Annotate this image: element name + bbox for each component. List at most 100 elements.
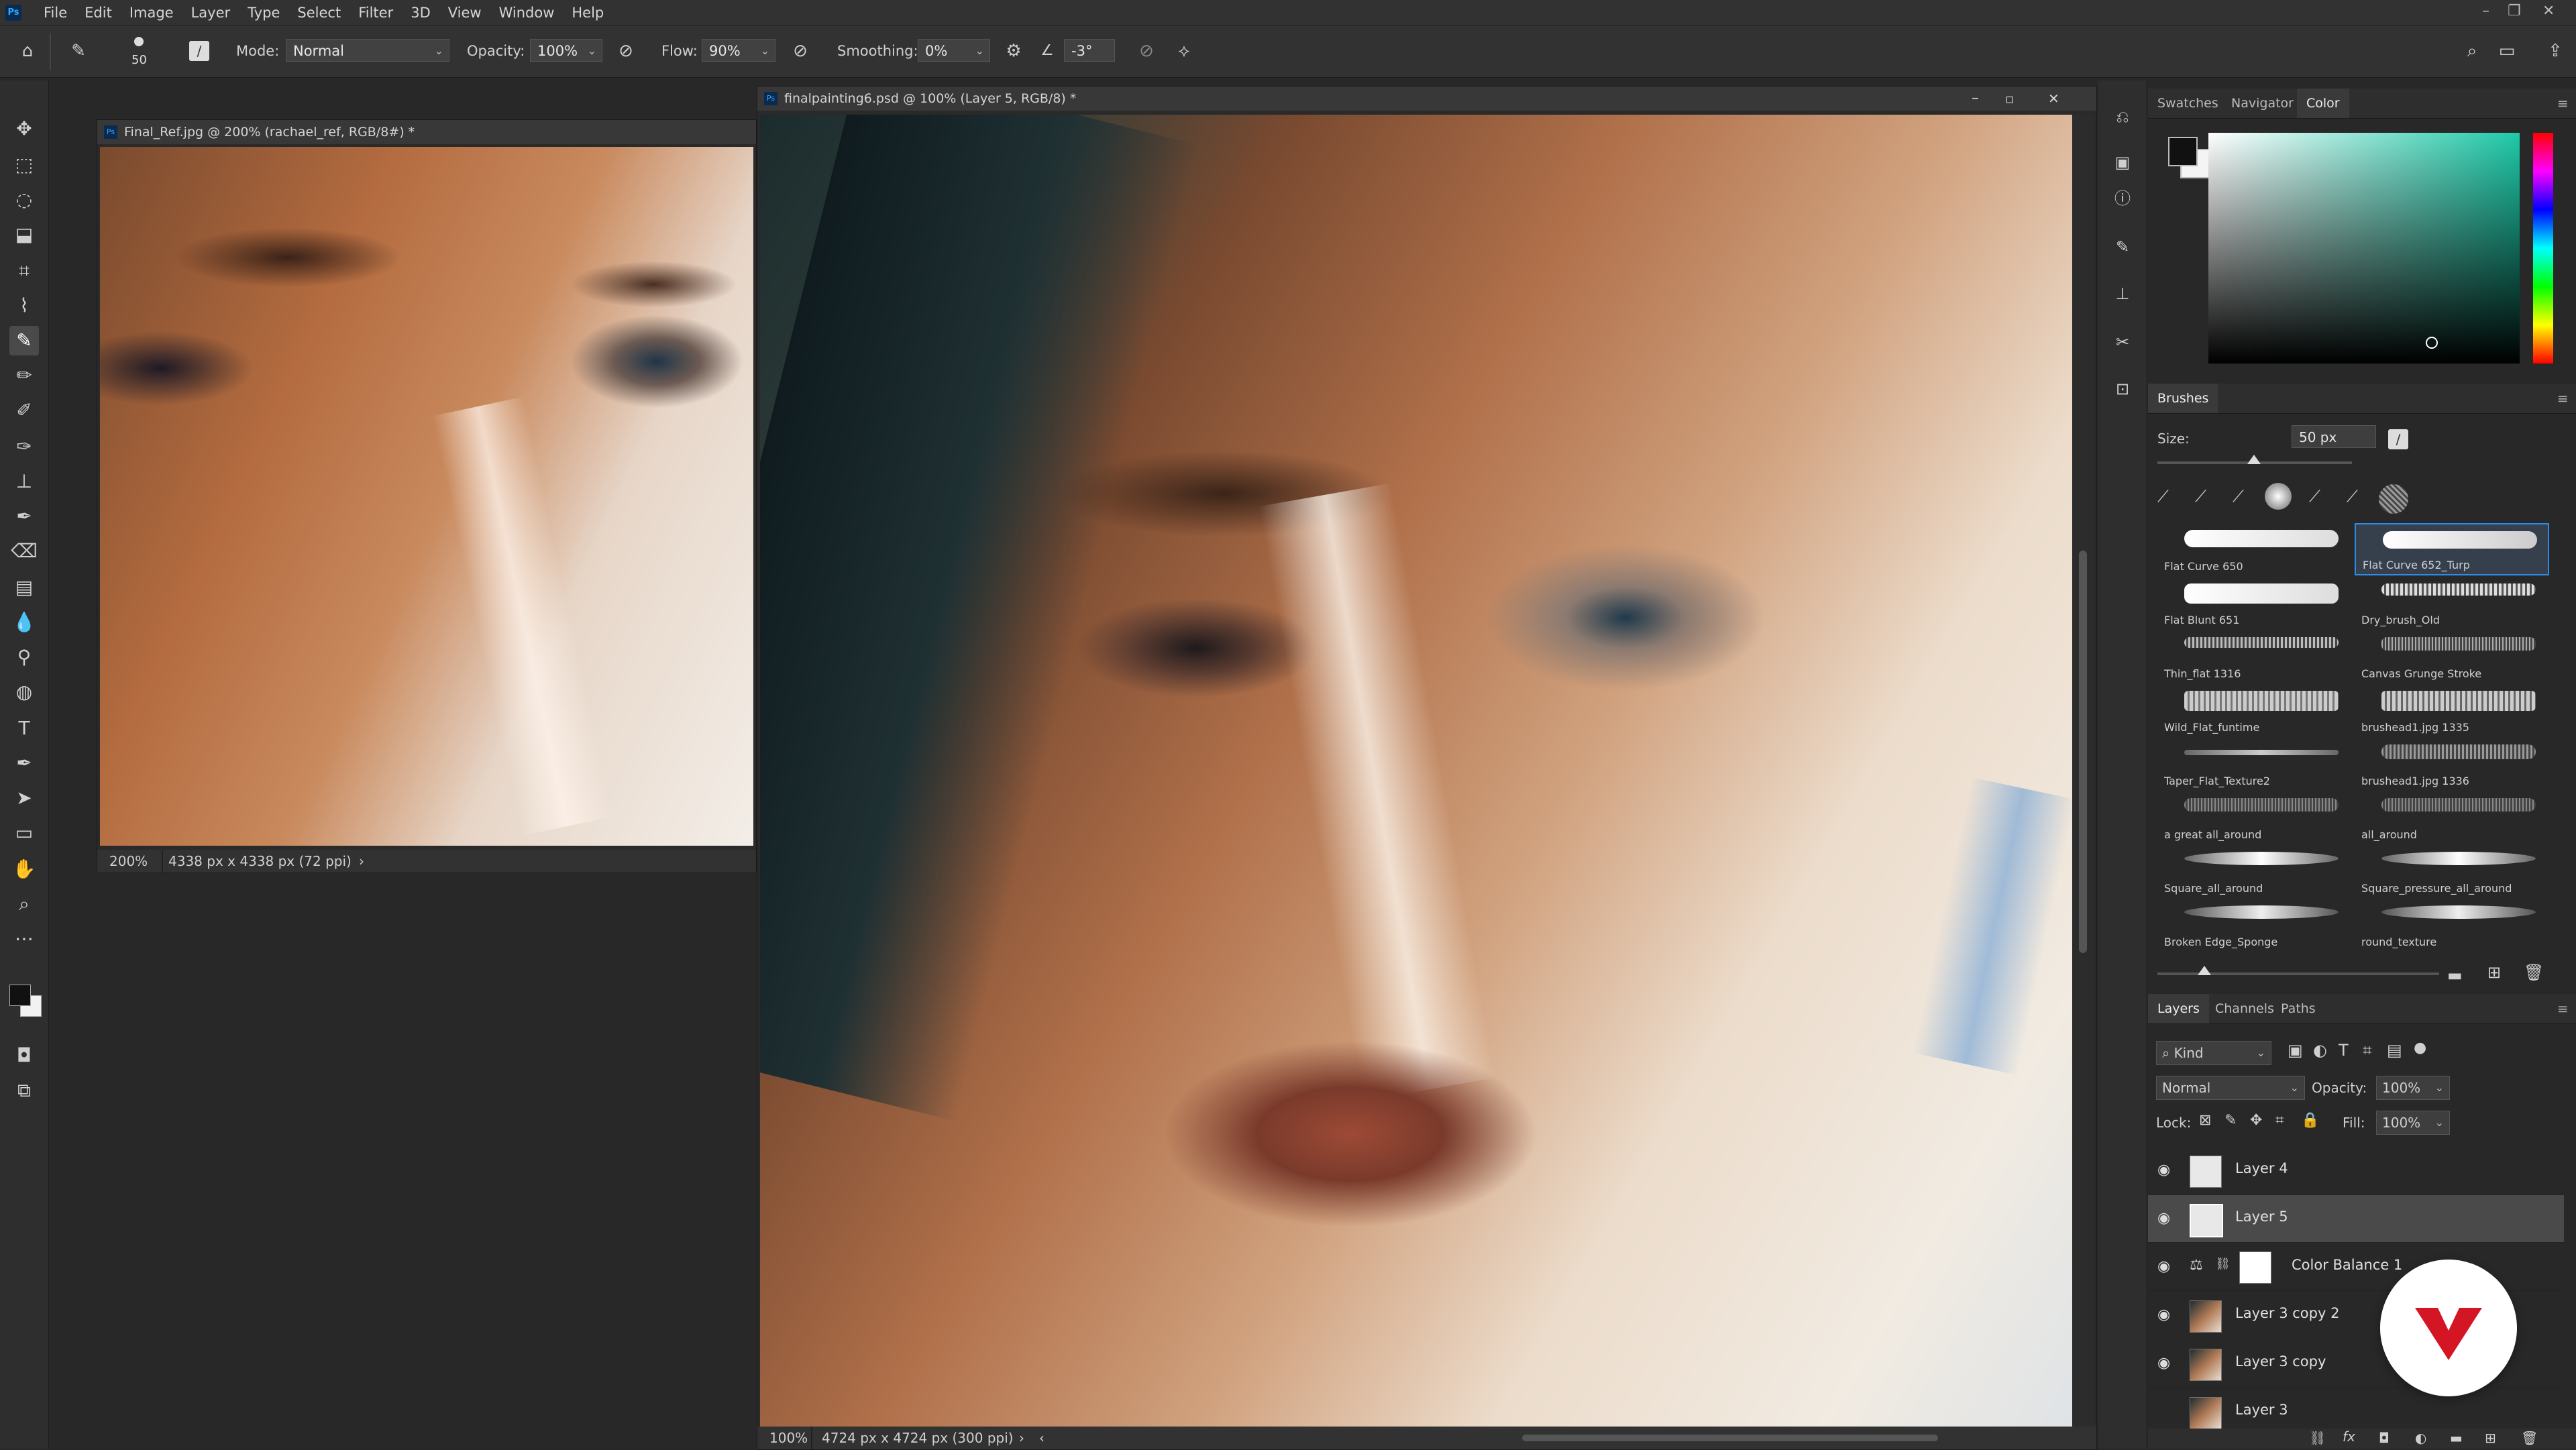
lock-position-icon[interactable]: ✥	[2250, 1112, 2262, 1129]
brush-item[interactable]: a great all_around	[2157, 791, 2352, 844]
fill-input[interactable]: 100% ⌄	[2376, 1111, 2450, 1135]
reference-zoom-level[interactable]: 200%	[109, 850, 148, 873]
filter-adjustment-icon[interactable]: ◐	[2313, 1041, 2327, 1060]
brush-item[interactable]: brushead1.jpg 1336	[2355, 738, 2549, 790]
panel-menu-icon[interactable]: ≡	[2557, 95, 2569, 111]
chevron-right-icon[interactable]: ›	[359, 850, 364, 873]
visibility-eye-icon[interactable]: ◉	[2157, 1355, 2170, 1372]
tab-navigator[interactable]: Navigator	[2222, 89, 2303, 118]
menu-file[interactable]: File	[35, 0, 76, 25]
brush-item[interactable]: round_texture	[2355, 899, 2549, 951]
marquee-tool-icon[interactable]: ⬚	[9, 150, 39, 180]
filter-pixel-icon[interactable]: ▣	[2288, 1041, 2303, 1060]
history-panel-icon[interactable]: ⎌	[2108, 102, 2137, 131]
opacity-input[interactable]: 100% ⌄	[530, 39, 602, 62]
delete-layer-icon[interactable]: 🗑	[2521, 1430, 2538, 1446]
pen-tool-icon[interactable]: ✒	[9, 748, 39, 778]
slider-handle[interactable]	[2247, 455, 2261, 464]
close-icon[interactable]: ✕	[2048, 87, 2059, 111]
new-brush-icon[interactable]: ⊞	[2487, 963, 2501, 982]
menu-3d[interactable]: 3D	[402, 0, 439, 25]
stamp-tool-icon[interactable]: ⊥	[9, 467, 39, 496]
brush-tool-icon[interactable]: ✎	[9, 326, 39, 355]
brush-item[interactable]: Flat Curve 650	[2157, 523, 2352, 575]
lock-all-icon[interactable]: 🔒	[2301, 1112, 2319, 1129]
angle-input[interactable]: -3°	[1064, 39, 1115, 62]
link-layers-icon[interactable]: ⛓	[2309, 1430, 2326, 1446]
lock-artboard-icon[interactable]: ⌗	[2275, 1112, 2284, 1129]
recent-brush-icon[interactable]: ⟋	[2195, 487, 2222, 514]
eraser-tool-icon[interactable]: ⌫	[9, 537, 39, 566]
libraries-panel-icon[interactable]: ▣	[2108, 148, 2137, 177]
eyedropper-tool-icon[interactable]: ⌇	[9, 291, 39, 321]
visibility-eye-icon[interactable]: ◉	[2157, 1162, 2170, 1178]
info-icon[interactable]: ⓘ	[2108, 184, 2137, 213]
color-picker-cursor[interactable]	[2426, 337, 2438, 349]
tab-layers[interactable]: Layers	[2148, 994, 2209, 1023]
close-icon[interactable]: ✕	[2542, 3, 2555, 19]
pressure-size-icon[interactable]: ⊘	[1135, 40, 1158, 62]
foreground-color-swatch[interactable]	[9, 985, 31, 1006]
type-tool-icon[interactable]: T	[9, 714, 39, 743]
painting-canvas[interactable]	[760, 115, 2072, 1427]
brush-tool-icon[interactable]: ✎	[67, 40, 90, 62]
visibility-eye-icon[interactable]: ◉	[2157, 1210, 2170, 1227]
minimize-icon[interactable]: –	[2482, 3, 2489, 19]
recent-brush-icon[interactable]: ⟋	[2157, 487, 2184, 514]
main-document-window[interactable]: Ps finalpainting6.psd @ 100% (Layer 5, R…	[757, 86, 2097, 1450]
filter-shape-icon[interactable]: ⌗	[2363, 1041, 2372, 1060]
rectangle-tool-icon[interactable]: ▭	[9, 818, 39, 848]
visibility-eye-icon[interactable]: ◉	[2157, 1306, 2170, 1323]
panel-menu-icon[interactable]: ≡	[2557, 1001, 2569, 1017]
tool-presets-icon[interactable]: ✂	[2108, 327, 2137, 357]
mode-select[interactable]: Normal ⌄	[286, 39, 449, 62]
dodge-tool-icon[interactable]: ⚲	[9, 643, 39, 672]
main-zoom-level[interactable]: 100%	[769, 1427, 808, 1449]
folder-icon[interactable]: ▬	[2447, 966, 2463, 985]
path-select-tool-icon[interactable]: ➤	[9, 783, 39, 813]
brush-item[interactable]: Thin_flat 1316	[2157, 630, 2352, 683]
lock-transparency-icon[interactable]: ⊠	[2199, 1112, 2211, 1129]
link-icon[interactable]: ⛓	[2215, 1257, 2231, 1271]
foreground-color-swatch[interactable]	[2168, 137, 2198, 166]
add-mask-icon[interactable]: ◘	[2379, 1430, 2390, 1446]
recent-brush-icon[interactable]: ⟋	[2347, 487, 2373, 514]
brush-item[interactable]: Wild_Flat_funtime	[2157, 684, 2352, 736]
actions-panel-icon[interactable]: ⊡	[2108, 374, 2137, 404]
blend-mode-select[interactable]: Normal ⌄	[2156, 1076, 2305, 1100]
object-select-tool-icon[interactable]: ⬓	[9, 220, 39, 249]
symmetry-icon[interactable]: ⟡	[1173, 40, 1195, 62]
lasso-tool-icon[interactable]: ◌	[9, 185, 39, 215]
more-tools-icon[interactable]: ⋯	[9, 924, 39, 954]
tab-color[interactable]: Color	[2297, 89, 2349, 118]
gradient-tool-icon[interactable]: ▤	[9, 573, 39, 602]
search-icon[interactable]: ⌕	[2461, 40, 2483, 62]
fx-icon[interactable]: fx	[2343, 1429, 2355, 1445]
move-tool-icon[interactable]: ✥	[9, 114, 39, 144]
menu-window[interactable]: Window	[490, 0, 564, 25]
brush-settings-icon[interactable]: /	[2388, 429, 2408, 449]
main-document-title[interactable]: Ps finalpainting6.psd @ 100% (Layer 5, R…	[757, 87, 2096, 111]
smoothing-input[interactable]: 0% ⌄	[918, 39, 990, 62]
brush-preset-picker[interactable]: 50	[125, 33, 165, 70]
menu-image[interactable]: Image	[121, 0, 182, 25]
color-field[interactable]	[2208, 133, 2520, 364]
screen-mode-icon[interactable]: ⧉	[9, 1076, 39, 1105]
history-brush-tool-icon[interactable]: ✑	[9, 432, 39, 461]
brush-item[interactable]: all_around	[2355, 791, 2549, 844]
brush-item[interactable]: Square_pressure_all_around	[2355, 845, 2549, 897]
home-icon[interactable]: ⌂	[16, 40, 39, 62]
hand-tool-icon[interactable]: ✋	[9, 854, 39, 884]
recent-brush-icon[interactable]	[2265, 483, 2292, 510]
brush-settings-icon[interactable]: /	[189, 41, 209, 61]
chevron-left-icon[interactable]: ‹	[1039, 1427, 1044, 1449]
clone-source-icon[interactable]: ⊥	[2108, 279, 2137, 309]
filter-toggle-icon[interactable]: ●	[2414, 1040, 2426, 1056]
panel-menu-icon[interactable]: ≡	[2557, 390, 2569, 406]
gear-icon[interactable]: ⚙	[1002, 40, 1025, 62]
chevron-right-icon[interactable]: ›	[1019, 1427, 1024, 1449]
recent-brush-icon[interactable]: ⟋	[2309, 487, 2336, 514]
maximize-icon[interactable]: ❐	[2508, 3, 2521, 19]
layer-row[interactable]: ◉ Layer 4	[2148, 1147, 2564, 1194]
layer-row-selected[interactable]: ◉ Layer 5	[2148, 1195, 2564, 1243]
